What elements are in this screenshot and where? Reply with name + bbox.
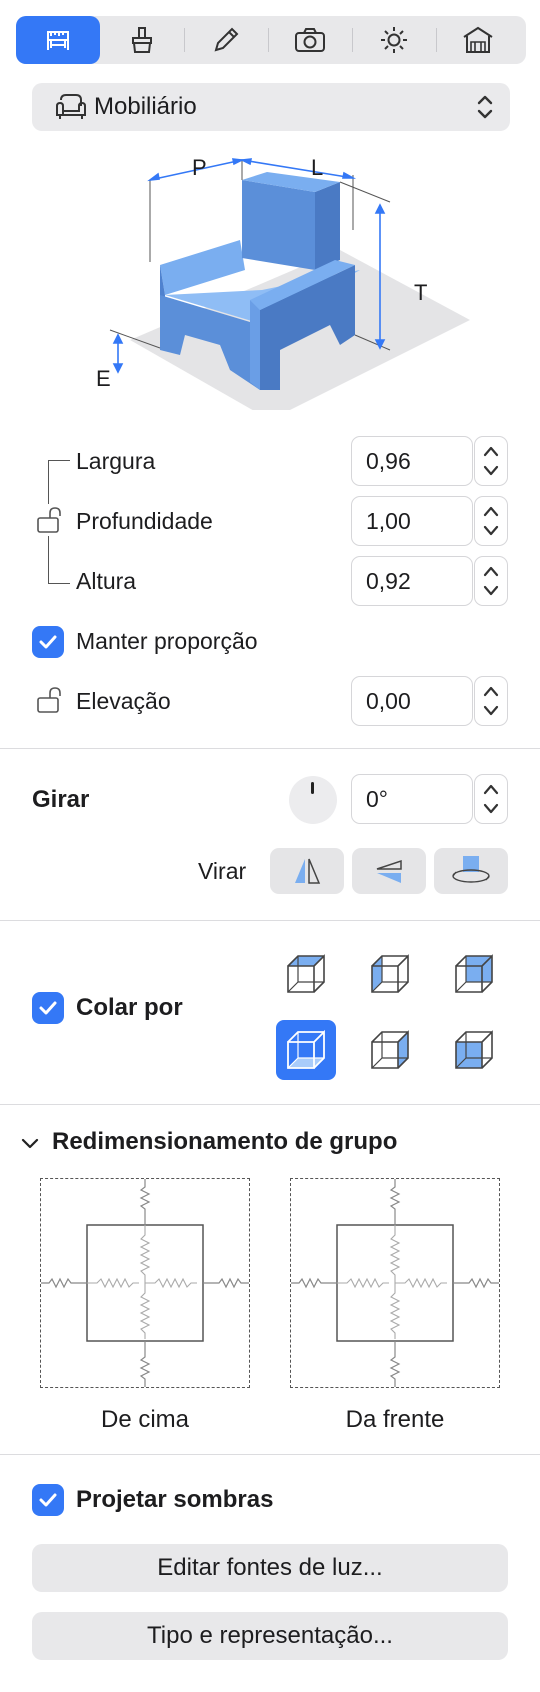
- tab-camera[interactable]: [268, 16, 352, 64]
- type-representation-button[interactable]: Tipo e representação...: [32, 1612, 508, 1660]
- stepper-arrows-icon: [483, 566, 499, 596]
- checkmark-icon: [39, 1001, 57, 1015]
- resize-springs-front: [291, 1179, 499, 1387]
- proportion-bracket-bottom: [48, 536, 70, 584]
- cube-right-face-icon: [371, 1030, 409, 1069]
- rotate-3d-icon: [452, 856, 490, 883]
- ruler-chair-icon: [47, 31, 69, 50]
- resize-front-view[interactable]: Da frente: [290, 1178, 500, 1434]
- attach-back-face-button[interactable]: [444, 944, 504, 1004]
- depth-stepper[interactable]: [474, 496, 508, 546]
- depth-field[interactable]: 1,00: [351, 496, 473, 546]
- unlock-icon[interactable]: [36, 505, 64, 535]
- attach-front-face-button[interactable]: [444, 1020, 504, 1080]
- elevation-lock-icon[interactable]: [36, 685, 64, 715]
- attach-right-face-button[interactable]: [360, 1020, 420, 1080]
- brush-icon: [132, 27, 152, 53]
- width-stepper[interactable]: [474, 436, 508, 486]
- stepper-arrows-icon: [483, 506, 499, 536]
- height-label: Altura: [76, 568, 137, 594]
- height-stepper[interactable]: [474, 556, 508, 606]
- house-icon: [463, 26, 493, 53]
- rotation-stepper[interactable]: [474, 774, 508, 824]
- height-field[interactable]: 0,92: [351, 556, 473, 606]
- rotate-label: Girar: [32, 786, 90, 813]
- cube-top-face-icon: [287, 954, 325, 993]
- divider: [0, 1454, 540, 1455]
- category-select[interactable]: Mobiliário: [32, 83, 510, 131]
- pencil-icon: [214, 27, 239, 52]
- keep-proportion-label: Manter proporção: [76, 628, 258, 654]
- rotate-3d-button[interactable]: [434, 848, 508, 894]
- elevation-field[interactable]: 0,00: [351, 676, 473, 726]
- front-view-label: Da frente: [345, 1406, 445, 1433]
- inspector-toolbar: [16, 16, 526, 64]
- flip-horizontal-icon: [295, 858, 321, 884]
- stepper-arrows-icon: [483, 446, 499, 476]
- checkmark-icon: [39, 1493, 57, 1507]
- tab-dimensions[interactable]: [16, 16, 100, 64]
- top-view-label: De cima: [100, 1406, 190, 1433]
- tab-building[interactable]: [436, 16, 520, 64]
- flip-label: Virar: [198, 858, 247, 884]
- diagram-label-elevation: E: [96, 366, 111, 391]
- attach-label: Colar por: [76, 994, 183, 1021]
- stepper-arrows-icon: [483, 784, 499, 814]
- flip-vertical-button[interactable]: [352, 848, 426, 894]
- flip-horizontal-button[interactable]: [270, 848, 344, 894]
- resize-springs-top: [41, 1179, 249, 1387]
- width-field[interactable]: 0,96: [351, 436, 473, 486]
- divider: [0, 920, 540, 921]
- rotation-dial[interactable]: [289, 776, 337, 824]
- attach-checkbox[interactable]: [32, 992, 64, 1024]
- elevation-stepper[interactable]: [474, 676, 508, 726]
- depth-label: Profundidade: [76, 508, 213, 534]
- attach-bottom-face-button[interactable]: [276, 1020, 336, 1080]
- flip-vertical-icon: [376, 859, 402, 883]
- attach-left-face-button[interactable]: [360, 944, 420, 1004]
- proportion-bracket-top: [48, 460, 70, 504]
- cube-back-face-icon: [455, 954, 493, 993]
- armchair-icon: [56, 94, 86, 119]
- cast-shadows-label: Projetar sombras: [76, 1486, 274, 1513]
- elevation-label: Elevação: [76, 688, 171, 714]
- tab-lighting[interactable]: [352, 16, 436, 64]
- group-resize-title: Redimensionamento de grupo: [52, 1128, 398, 1155]
- chevron-down-icon[interactable]: [20, 1134, 40, 1154]
- diagram-label-depth: P: [192, 155, 207, 180]
- width-label: Largura: [76, 448, 156, 474]
- keep-proportion-checkbox[interactable]: [32, 626, 64, 658]
- attach-top-face-button[interactable]: [276, 944, 336, 1004]
- tab-materials[interactable]: [100, 16, 184, 64]
- cube-left-face-icon: [371, 954, 409, 993]
- cast-shadows-checkbox[interactable]: [32, 1484, 64, 1516]
- resize-top-view[interactable]: De cima: [40, 1178, 250, 1434]
- edit-light-sources-button[interactable]: Editar fontes de luz...: [32, 1544, 508, 1592]
- tab-edit[interactable]: [184, 16, 268, 64]
- diagram-label-height: T: [414, 280, 428, 305]
- diagram-label-length: L: [311, 155, 324, 180]
- cube-front-face-icon: [455, 1030, 493, 1069]
- chevron-updown-icon: [477, 95, 493, 119]
- sun-icon: [381, 27, 407, 53]
- cube-bottom-face-icon: [287, 1029, 325, 1069]
- checkmark-icon: [39, 635, 57, 649]
- divider: [0, 748, 540, 749]
- divider: [0, 1104, 540, 1105]
- rotation-field[interactable]: 0°: [351, 774, 473, 824]
- category-label: Mobiliário: [94, 93, 197, 120]
- stepper-arrows-icon: [483, 686, 499, 716]
- camera-icon: [295, 28, 325, 52]
